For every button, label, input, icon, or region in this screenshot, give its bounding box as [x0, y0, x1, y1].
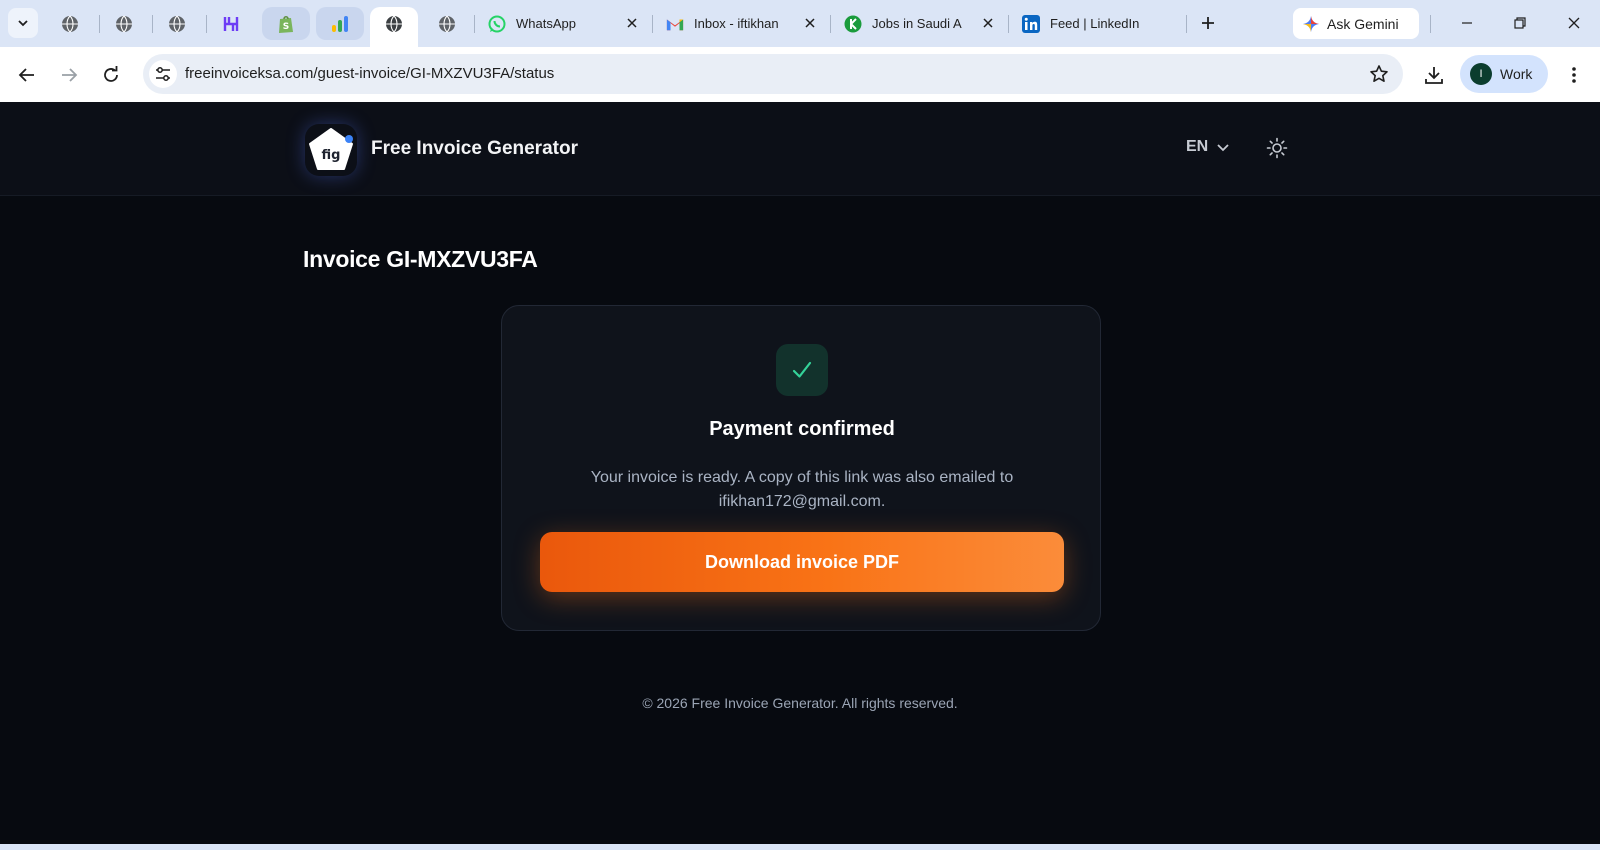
page-title: Invoice GI-MXZVU3FA: [303, 246, 538, 272]
shopify-icon: S: [279, 15, 293, 33]
status-title: Payment confirmed: [709, 418, 895, 440]
sun-icon: [1266, 137, 1288, 159]
status-message: Your invoice is ready. A copy of this li…: [590, 469, 1014, 510]
globe-icon: [116, 15, 132, 32]
profile-label: Work: [1500, 66, 1533, 82]
back-button[interactable]: [11, 59, 43, 91]
restore-icon: [1514, 17, 1526, 29]
arrow-left-icon: [18, 68, 34, 82]
browser-toolbar: freeinvoiceksa.com/guest-invoice/GI-MXZV…: [0, 47, 1600, 102]
pinned-tab-2[interactable]: [100, 7, 148, 40]
whatsapp-icon: [488, 15, 506, 33]
checkmark-icon: [792, 361, 812, 378]
close-window-button[interactable]: [1559, 9, 1589, 37]
gemini-sparkle-icon: [1303, 15, 1319, 32]
chevron-down-icon: [1217, 144, 1229, 152]
download-invoice-button[interactable]: Download invoice PDF: [540, 532, 1064, 592]
language-label: EN: [1186, 138, 1209, 155]
pinned-tab-5[interactable]: S: [262, 7, 310, 40]
tab-title: Jobs in Saudi A: [872, 16, 962, 31]
star-icon: [1370, 65, 1388, 82]
pinned-tab-3[interactable]: [153, 7, 201, 40]
site-logo[interactable]: fig: [305, 124, 357, 176]
brand-name[interactable]: Free Invoice Generator: [371, 138, 578, 160]
ask-gemini-button[interactable]: Ask Gemini: [1293, 8, 1419, 39]
pinned-tab-8[interactable]: [423, 7, 471, 40]
address-bar[interactable]: freeinvoiceksa.com/guest-invoice/GI-MXZV…: [143, 54, 1403, 94]
language-selector[interactable]: EN: [1186, 138, 1230, 156]
tab-gmail[interactable]: Inbox - iftikhan: [654, 7, 828, 40]
tune-icon: [156, 67, 170, 81]
reload-icon: [104, 66, 118, 82]
url-text: freeinvoiceksa.com/guest-invoice/GI-MXZV…: [185, 65, 555, 82]
pinned-tab-4[interactable]: [207, 7, 255, 40]
ask-gemini-label: Ask Gemini: [1327, 15, 1399, 32]
window-bottom-edge: [0, 844, 1600, 850]
close-icon: [1568, 17, 1580, 29]
tab-title: Inbox - iftikhan: [694, 16, 779, 31]
footer-copyright: © 2026 Free Invoice Generator. All right…: [642, 695, 958, 711]
tab-search-button[interactable]: [8, 8, 38, 38]
forward-button[interactable]: [53, 59, 85, 91]
more-vertical-icon: [1572, 67, 1576, 83]
svg-text:S: S: [283, 22, 289, 32]
bookmark-button[interactable]: [1367, 62, 1391, 86]
site-header: fig Free Invoice Generator EN: [0, 102, 1600, 196]
svg-text:fig: fig: [322, 148, 341, 163]
logo-pentagon-icon: fig: [309, 128, 353, 170]
tab-jobs[interactable]: Jobs in Saudi A: [832, 7, 1006, 40]
profile-button[interactable]: I Work: [1460, 55, 1548, 93]
close-icon[interactable]: [624, 15, 640, 31]
tab-strip: S WhatsApp Inbox - iftikhan Jobs in Saud…: [0, 0, 1600, 47]
minimize-button[interactable]: [1452, 9, 1482, 37]
site-info-button[interactable]: [149, 60, 177, 88]
jobs-icon: [844, 15, 862, 33]
menu-button[interactable]: [1558, 59, 1590, 91]
h-brand-icon: [223, 16, 239, 31]
chevron-down-icon: [18, 20, 28, 27]
tab-title: WhatsApp: [516, 16, 576, 31]
new-tab-button[interactable]: [1194, 9, 1222, 37]
pinned-tab-active[interactable]: [370, 7, 418, 47]
theme-toggle[interactable]: [1265, 136, 1289, 160]
minimize-icon: [1462, 22, 1472, 24]
success-badge: [776, 344, 828, 396]
globe-icon: [386, 15, 402, 33]
avatar: I: [1470, 63, 1492, 85]
plus-icon: [1202, 17, 1214, 29]
tab-whatsapp[interactable]: WhatsApp: [476, 7, 650, 40]
close-icon[interactable]: [802, 15, 818, 31]
pinned-tab-1[interactable]: [46, 7, 94, 40]
gmail-icon: [666, 15, 684, 33]
close-icon[interactable]: [980, 15, 996, 31]
linkedin-icon: [1022, 14, 1040, 33]
downloads-button[interactable]: [1418, 59, 1450, 91]
globe-icon: [439, 15, 455, 32]
globe-icon: [62, 15, 78, 32]
restore-button[interactable]: [1505, 9, 1535, 37]
arrow-right-icon: [62, 68, 78, 82]
reload-button[interactable]: [95, 59, 127, 91]
payment-status-card: Payment confirmed Your invoice is ready.…: [501, 305, 1101, 631]
ads-icon: [332, 15, 348, 32]
pinned-tab-6[interactable]: [316, 7, 364, 40]
tab-title: Feed | LinkedIn: [1050, 16, 1140, 31]
download-icon: [1425, 67, 1443, 84]
tab-linkedin[interactable]: Feed | LinkedIn: [1010, 7, 1184, 40]
globe-icon: [169, 15, 185, 32]
